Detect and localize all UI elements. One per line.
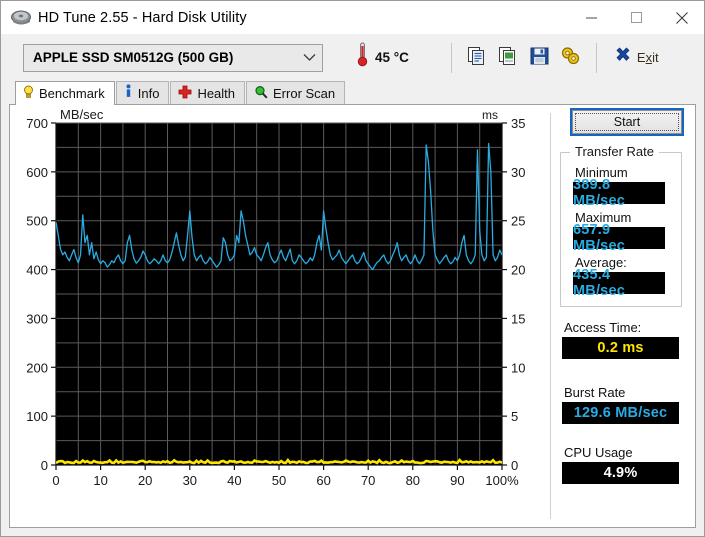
svg-text:30: 30 (511, 165, 525, 180)
svg-text:600: 600 (26, 165, 48, 180)
benchmark-chart: 0 100 200 300 400 500 600 700 MB/sec 0 5 10 15 20 25 30… (10, 105, 550, 527)
copy-image-button[interactable] (493, 42, 524, 73)
options-button[interactable] (555, 42, 586, 73)
tab-info-label: Info (137, 85, 160, 101)
tab-benchmark-label: Benchmark (39, 86, 105, 101)
transfer-rate-graph: 0100200300400500600700MB/sec051015202530… (26, 107, 525, 488)
close-x-icon (615, 47, 631, 68)
svg-text:300: 300 (26, 311, 48, 326)
hd-tune-window: HD Tune 2.55 - Hard Disk Utility APPLE S… (0, 0, 705, 537)
burst-rate-block: Burst Rate 129.6 MB/sec (562, 385, 679, 424)
svg-text:100%: 100% (485, 473, 519, 488)
access-time-value: 0.2 ms (562, 337, 679, 359)
red-cross-icon (178, 85, 192, 102)
tab-info[interactable]: Info (115, 81, 170, 104)
chevron-down-icon (296, 45, 322, 71)
drive-select-value: APPLE SSD SM0512G (500 GB) (33, 50, 234, 65)
maximum-value: 657.9 MB/sec (573, 222, 665, 254)
svg-text:90: 90 (450, 473, 464, 488)
svg-text:25: 25 (511, 214, 525, 229)
drive-select[interactable]: APPLE SSD SM0512G (500 GB) (23, 43, 323, 72)
minimize-button[interactable] (569, 1, 614, 34)
svg-text:60: 60 (316, 473, 330, 488)
average-value: 435.4 MB/sec (573, 267, 665, 299)
copy-image-icon (498, 45, 519, 71)
cpu-usage-block: CPU Usage 4.9% (562, 445, 679, 484)
svg-text:100: 100 (26, 409, 48, 424)
svg-text:30: 30 (183, 473, 197, 488)
svg-text:80: 80 (406, 473, 420, 488)
transfer-rate-group: Transfer Rate Minimum 389.8 MB/sec Maxim… (560, 144, 682, 307)
toolbar-separator-1 (450, 42, 452, 73)
floppy-save-icon (529, 45, 550, 71)
lightbulb-icon (23, 85, 34, 103)
svg-text:20: 20 (138, 473, 152, 488)
svg-text:MB/sec: MB/sec (60, 107, 104, 122)
exit-button-label: Exit (636, 50, 659, 65)
cpu-usage-label: CPU Usage (564, 445, 633, 460)
thermometer-icon (357, 42, 368, 73)
svg-text:50: 50 (272, 473, 286, 488)
svg-text:5: 5 (511, 409, 518, 424)
window-title: HD Tune 2.55 - Hard Disk Utility (38, 9, 247, 26)
benchmark-panel: 0 100 200 300 400 500 600 700 MB/sec 0 5 10 15 20 25 30… (9, 104, 696, 528)
svg-text:400: 400 (26, 263, 48, 278)
minimum-value: 389.8 MB/sec (573, 177, 665, 209)
hard-disk-icon (10, 8, 32, 28)
tab-error-scan[interactable]: Error Scan (246, 81, 346, 104)
svg-text:10: 10 (511, 360, 525, 375)
tab-strip: Benchmark Info Health Error Scan (1, 81, 704, 105)
info-icon (124, 84, 133, 102)
svg-text:70: 70 (361, 473, 375, 488)
focus-ring (575, 113, 679, 131)
maximize-button[interactable] (614, 1, 659, 34)
svg-text:0: 0 (41, 458, 48, 473)
tab-health[interactable]: Health (170, 81, 246, 104)
svg-text:0: 0 (52, 473, 59, 488)
toolbar-separator-2 (595, 42, 597, 73)
tab-benchmark[interactable]: Benchmark (15, 81, 115, 105)
cpu-usage-value: 4.9% (562, 462, 679, 484)
temperature-value: 45 °C (375, 50, 409, 65)
transfer-rate-group-title: Transfer Rate (570, 144, 659, 159)
sidebar-divider (550, 113, 551, 519)
svg-text:500: 500 (26, 214, 48, 229)
title-bar: HD Tune 2.55 - Hard Disk Utility (1, 1, 704, 34)
svg-text:15: 15 (511, 311, 525, 326)
magnifier-icon (254, 85, 268, 102)
save-button[interactable] (524, 42, 555, 73)
access-time-block: Access Time: 0.2 ms (562, 320, 679, 359)
tab-health-label: Health (197, 85, 236, 101)
copy-icon (467, 45, 488, 71)
svg-text:35: 35 (511, 116, 525, 131)
svg-text:700: 700 (26, 116, 48, 131)
exit-button[interactable]: Exit (609, 42, 665, 73)
access-time-label: Access Time: (564, 320, 642, 335)
svg-text:0: 0 (511, 458, 518, 473)
start-button[interactable]: Start (570, 108, 684, 136)
results-sidebar: Start Transfer Rate Minimum 389.8 MB/sec… (550, 105, 695, 527)
temperature-indicator: 45 °C (357, 42, 409, 73)
svg-text:ms: ms (482, 108, 498, 122)
svg-text:20: 20 (511, 263, 525, 278)
window-controls (569, 1, 704, 34)
gears-options-icon (560, 45, 581, 71)
burst-rate-value: 129.6 MB/sec (562, 402, 679, 424)
tab-error-scan-label: Error Scan (273, 85, 336, 101)
copy-button[interactable] (462, 42, 493, 73)
close-button[interactable] (659, 1, 704, 34)
svg-text:40: 40 (227, 473, 241, 488)
svg-text:10: 10 (93, 473, 107, 488)
toolbar: APPLE SSD SM0512G (500 GB) 45 °C Exit (1, 34, 704, 81)
burst-rate-label: Burst Rate (564, 385, 626, 400)
svg-text:200: 200 (26, 360, 48, 375)
